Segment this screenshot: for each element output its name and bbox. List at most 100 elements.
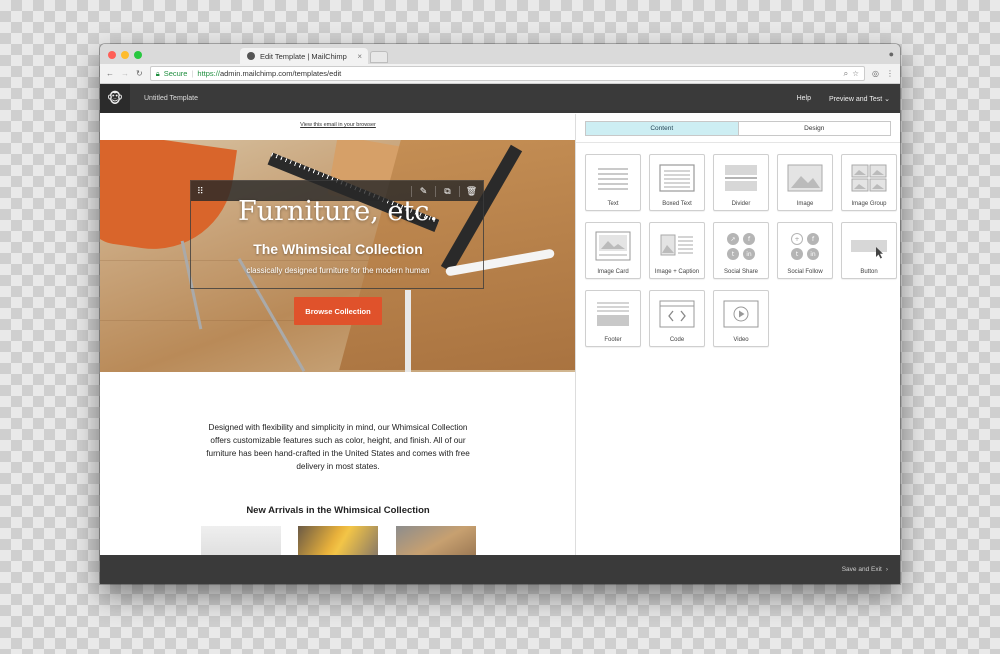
new-tab-button[interactable] [370,51,388,63]
url-field[interactable]: 🔒︎ Secure | https://admin.mailchimp.com/… [149,66,866,81]
reload-icon[interactable]: ↻ [136,69,143,78]
email-canvas: View this email in your browser ⠿ ✎ ⧉ 🗑︎… [100,114,576,555]
url-scheme: https:// [197,69,220,78]
forward-icon[interactable]: → [121,69,129,78]
mailchimp-logo-icon[interactable]: 🐵︎ [100,84,130,113]
hero-subtitle: The Whimsical Collection [253,241,423,257]
tab-close-icon[interactable]: × [357,52,362,61]
arrival-thumb-3[interactable] [396,526,476,555]
tab-design[interactable]: Design [737,122,891,135]
social-follow-icon: + ft in [791,233,819,260]
block-label: Image + Caption [654,269,700,275]
drag-handle-icon[interactable]: ⠿ [197,186,204,197]
block-button[interactable]: Button [841,222,897,279]
editor-area: View this email in your browser ⠿ ✎ ⧉ 🗑︎… [100,114,900,555]
block-label: Text [607,201,619,207]
email-body-text[interactable]: Designed with flexibility and simplicity… [200,421,476,473]
zoom-icon[interactable]: ⌕ [844,68,849,79]
lock-icon: 🔒︎ [155,68,160,78]
block-label: Image Group [851,201,887,207]
block-label: Video [733,337,749,343]
block-video[interactable]: Video [713,290,769,347]
bookmark-star-icon[interactable]: ☆ [852,69,859,78]
browser-tab[interactable]: Edit Template | MailChimp × [240,48,368,64]
code-block-icon [659,300,695,328]
browse-collection-button[interactable]: Browse Collection [294,297,382,325]
block-label: Social Follow [787,269,823,275]
block-label: Image Card [597,269,629,275]
mailchimp-favicon-icon [247,52,255,60]
svg-text:in: in [746,251,752,258]
window-controls [108,51,142,59]
block-label: Image [796,201,814,207]
block-social-share[interactable]: ↗ f t in Social Share [713,222,769,279]
block-label: Button [860,269,878,275]
help-link[interactable]: Help [797,95,811,103]
divider-icon [725,165,757,191]
account-icon[interactable]: ● [889,49,894,59]
svg-text:in: in [810,251,816,258]
button-block-icon [851,240,887,259]
view-in-browser-link[interactable]: View this email in your browser [100,122,575,128]
duplicate-icon[interactable]: ⧉ [435,185,459,197]
sidebar-tabs: Content Design [585,121,891,136]
block-label: Divider [731,201,751,207]
block-image-card[interactable]: Image Card [585,222,641,279]
address-bar: ← → ↻ 🔒︎ Secure | https://admin.mailchim… [100,64,900,84]
chevron-right-icon: › [885,566,888,573]
image-icon [787,164,823,192]
content-blocks-grid: Text Boxed Text Divider Image Image Grou… [585,154,897,347]
block-footer[interactable]: Footer [585,290,641,347]
block-code[interactable]: Code [649,290,705,347]
block-label: Footer [604,337,622,343]
footer-block-icon [597,302,629,326]
trash-icon[interactable]: 🗑︎ [459,185,483,197]
social-share-icon: ↗ ft in [727,233,755,260]
secure-label: Secure [163,69,188,78]
block-label: Code [669,337,685,343]
back-icon[interactable]: ← [106,69,114,78]
block-label: Social Share [723,269,759,275]
close-window-button[interactable] [108,51,116,59]
block-image-group[interactable]: Image Group [841,154,897,211]
image-card-icon [595,231,631,261]
app-header: 🐵︎ Untitled Template Help Preview and Te… [100,84,900,113]
tab-content[interactable]: Content [586,122,738,135]
url-path: admin.mailchimp.com/templates/edit [219,69,342,78]
block-boxed-text[interactable]: Boxed Text [649,154,705,211]
maximize-window-button[interactable] [134,51,142,59]
boxed-text-icon [659,164,695,192]
block-divider[interactable]: Divider [713,154,769,211]
edit-pencil-icon[interactable]: ✎ [411,185,435,197]
save-and-exit-button[interactable]: Save and Exit [842,566,882,573]
block-text[interactable]: Text [585,154,641,211]
content-sidebar: Content Design Text Boxed Text Divider I… [576,114,900,555]
tab-title: Edit Template | MailChimp [260,51,347,61]
preview-menu[interactable]: Preview and Test ⌄ [829,95,890,103]
url-divider: | [191,69,194,78]
hero-tagline: classically designed furniture for the m… [246,266,430,275]
arrival-thumb-1[interactable] [201,526,281,555]
hero-title: Furniture, etc. [238,196,438,227]
template-name[interactable]: Untitled Template [144,95,198,102]
image-caption-icon [660,234,693,256]
hero-image[interactable]: ⠿ ✎ ⧉ 🗑︎ Furniture, etc. The Whimsical C… [100,140,575,372]
block-social-follow[interactable]: + f t in Social Follow [777,222,833,279]
tab-strip: Edit Template | MailChimp × ● [100,44,900,64]
editor-footer: Save and Exit › [100,555,900,584]
browser-window: Edit Template | MailChimp × ● ← → ↻ 🔒︎ S… [100,44,900,584]
extension-icon[interactable]: ◎ [872,69,879,78]
svg-text:+: + [794,236,799,243]
chevron-down-icon: ⌄ [884,95,890,103]
block-label: Boxed Text [662,201,692,207]
text-block-icon [598,168,628,190]
preview-label: Preview and Test [828,95,883,103]
video-block-icon [723,300,759,328]
minimize-window-button[interactable] [121,51,129,59]
menu-icon[interactable]: ⋮ [886,69,894,78]
arrival-thumb-2[interactable] [298,526,378,555]
block-image-caption[interactable]: Image + Caption [649,222,705,279]
new-arrivals-heading[interactable]: New Arrivals in the Whimsical Collection [100,505,575,516]
block-image[interactable]: Image [777,154,833,211]
image-group-icon [851,164,887,192]
